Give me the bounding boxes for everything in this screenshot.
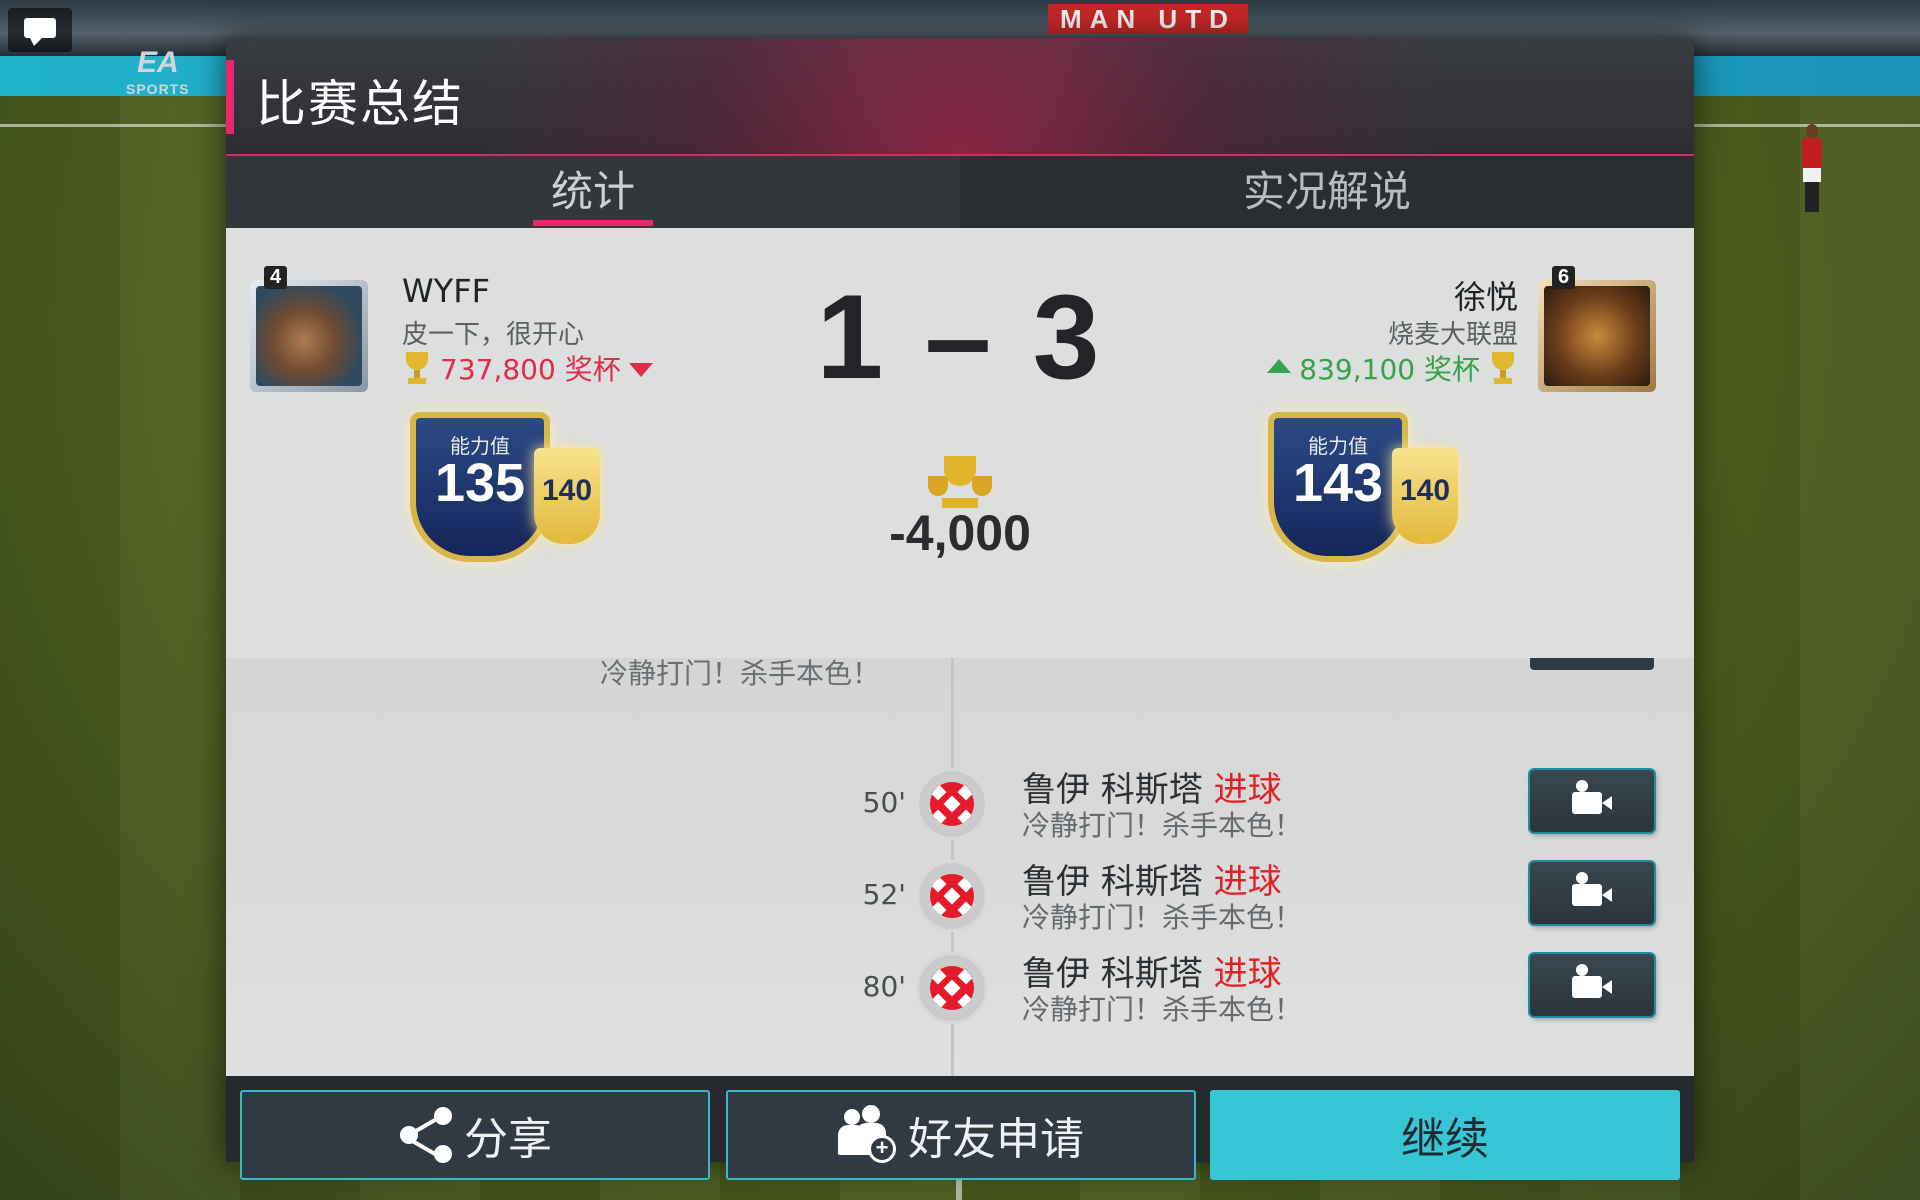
score-summary: 4 WYFF 皮一下，很开心 737,800 奖杯 1 – 3 6 徐悦 烧麦大… xyxy=(226,228,1694,658)
match-score: 1 – 3 xyxy=(816,270,1104,404)
event-minute: 52' xyxy=(862,878,906,911)
tab-commentary[interactable]: 实况解说 xyxy=(960,156,1694,228)
chat-button[interactable] xyxy=(8,8,72,52)
tab-commentary-label: 实况解说 xyxy=(1242,167,1411,216)
share-label: 分享 xyxy=(464,1114,552,1165)
chat-icon xyxy=(24,18,56,46)
replay-button[interactable] xyxy=(1530,862,1654,924)
goal-ball-icon xyxy=(916,860,988,932)
match-timeline[interactable]: 冷静打门！杀手本色！ 50' 鲁伊 科斯塔 进球 冷静打门！杀手本色！ 52' … xyxy=(226,658,1694,1076)
continue-label: 继续 xyxy=(1401,1114,1489,1165)
friend-request-button[interactable]: + 好友申请 xyxy=(726,1090,1196,1180)
home-level-badge: 4 xyxy=(264,266,288,289)
trophy-icon xyxy=(402,352,432,384)
tab-stats[interactable]: 统计 xyxy=(226,156,960,228)
timeline-event: 80' 鲁伊 科斯塔 进球 冷静打门！杀手本色！ xyxy=(226,942,1694,1032)
trophy-change: -4,000 xyxy=(889,505,1031,561)
replay-button[interactable] xyxy=(1530,954,1654,1016)
event-minute: 80' xyxy=(862,970,906,1003)
ea-sports-logo: EA SPORTS xyxy=(126,48,190,102)
goal-ball-icon xyxy=(916,768,988,840)
video-camera-icon xyxy=(1572,964,1612,998)
tab-active-indicator xyxy=(533,220,653,226)
event-comment: 冷静打门！杀手本色！ xyxy=(1022,993,1303,1026)
home-avatar[interactable]: 4 xyxy=(250,266,368,392)
trend-up-icon xyxy=(1267,359,1292,373)
footer-actions: 分享 + 好友申请 继续 xyxy=(226,1076,1694,1180)
header-accent-bar xyxy=(226,60,234,134)
away-avatar[interactable]: 6 xyxy=(1538,266,1656,392)
video-camera-icon xyxy=(1572,780,1612,814)
away-trophy-count: 839,100 奖杯 xyxy=(1299,353,1480,386)
away-trophies: 839,100 奖杯 xyxy=(1226,348,1518,388)
home-trophy-count: 737,800 奖杯 xyxy=(440,353,621,386)
away-club-name: 烧麦大联盟 xyxy=(1387,320,1518,350)
away-rating-badge: 能力值 143 140 xyxy=(1244,404,1474,574)
timeline-event: 50' 鲁伊 科斯塔 进球 冷静打门！杀手本色！ xyxy=(226,758,1694,848)
goal-ball-icon xyxy=(916,952,988,1024)
away-sub-rating: 140 xyxy=(1399,474,1451,507)
home-rating-badge: 能力值 135 140 xyxy=(386,404,616,574)
video-camera-icon xyxy=(1572,872,1612,906)
away-player-name: 徐悦 xyxy=(1453,278,1518,316)
add-friend-icon: + xyxy=(838,1105,898,1165)
pitch-player-figure xyxy=(1800,124,1824,214)
page-title: 比赛总结 xyxy=(256,75,464,133)
share-icon xyxy=(398,1107,454,1163)
replay-button-partial[interactable] xyxy=(1530,658,1654,670)
home-club-name: 皮一下，很开心 xyxy=(402,320,585,350)
home-avatar-image xyxy=(256,286,362,386)
ea-logo-text: EA xyxy=(136,46,179,79)
match-summary-panel: 比赛总结 统计 实况解说 4 WYFF 皮一下，很开心 737,800 奖杯 1… xyxy=(226,38,1694,1180)
stadium-banner: MAN UTD xyxy=(1048,4,1248,34)
panel-header: 比赛总结 xyxy=(226,38,1694,156)
timeline-event: 52' 鲁伊 科斯塔 进球 冷静打门！杀手本色！ xyxy=(226,850,1694,940)
away-avatar-image xyxy=(1544,286,1650,386)
timeline-partial-comment: 冷静打门！杀手本色！ xyxy=(600,658,881,690)
continue-button[interactable]: 继续 xyxy=(1210,1090,1680,1180)
tab-bar: 统计 实况解说 xyxy=(226,156,1694,228)
home-sub-rating: 140 xyxy=(541,474,593,507)
event-comment: 冷静打门！杀手本色！ xyxy=(1022,809,1303,842)
home-trophies: 737,800 奖杯 xyxy=(402,348,653,388)
home-player-name: WYFF xyxy=(402,272,490,310)
tab-stats-label: 统计 xyxy=(550,167,635,216)
friend-request-label: 好友申请 xyxy=(908,1114,1084,1165)
event-minute: 50' xyxy=(862,786,906,819)
home-rating-value: 135 xyxy=(434,453,526,513)
event-comment: 冷静打门！杀手本色！ xyxy=(1022,901,1303,934)
replay-button[interactable] xyxy=(1530,770,1654,832)
trophy-icon xyxy=(1488,352,1518,384)
away-rating-value: 143 xyxy=(1292,453,1384,513)
trend-down-icon xyxy=(628,363,653,377)
share-button[interactable]: 分享 xyxy=(240,1090,710,1180)
away-level-badge: 6 xyxy=(1552,266,1576,289)
